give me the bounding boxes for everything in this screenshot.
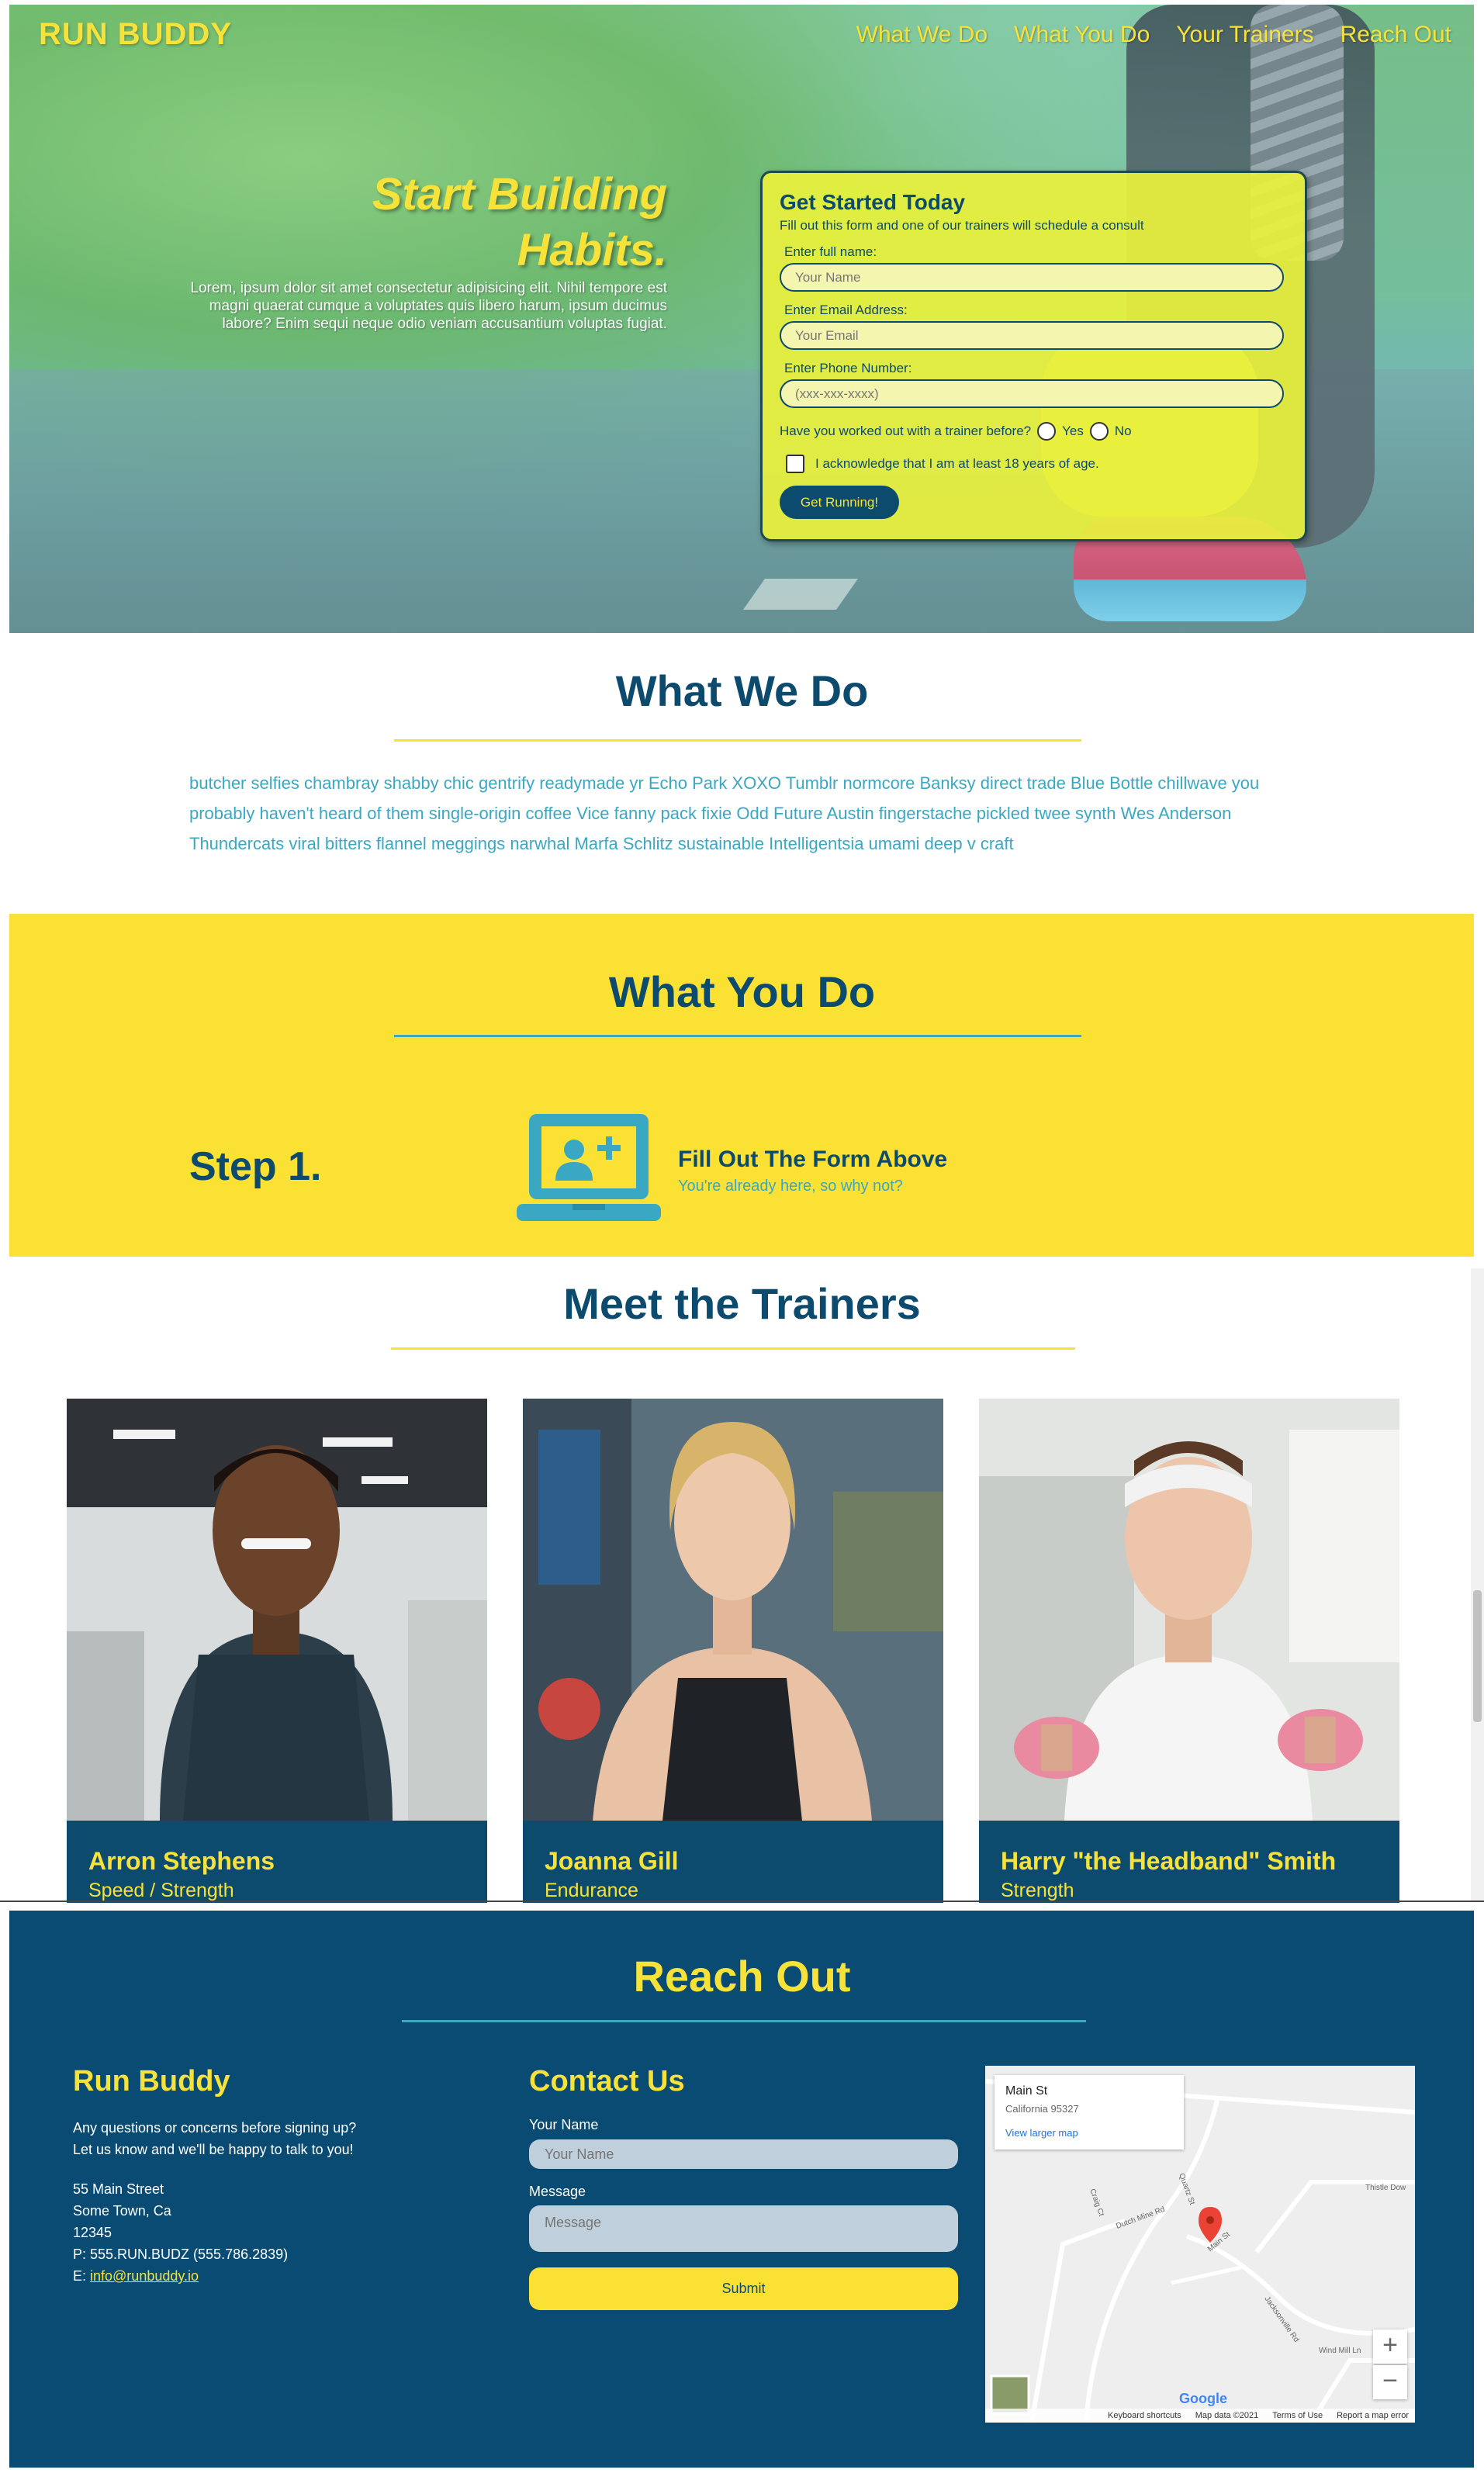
what-you-do-title: What You Do bbox=[608, 967, 876, 1016]
reach-out-title: Reach Out bbox=[633, 1952, 851, 2001]
map-terms-link[interactable]: Terms of Use bbox=[1272, 2411, 1323, 2420]
map-larger-link[interactable]: View larger map bbox=[1005, 2127, 1173, 2139]
step-label: Step 1. bbox=[189, 1144, 322, 1189]
map-satellite-thumbnail[interactable] bbox=[990, 2374, 1030, 2415]
trainer-name: Joanna Gill bbox=[545, 1847, 679, 1875]
phone-input[interactable] bbox=[780, 379, 1284, 408]
footer-address-line1: 55 Main Street bbox=[73, 2181, 164, 2197]
trainer-role: Speed / Strength bbox=[88, 1880, 234, 1901]
map-zoom-out-button[interactable]: − bbox=[1373, 2365, 1407, 2399]
map-info-card: Main St California 95327 View larger map bbox=[995, 2075, 1184, 2150]
contact-message-input[interactable] bbox=[529, 2205, 958, 2252]
what-we-do-divider bbox=[394, 739, 1081, 742]
age-ack-row: I acknowledge that I am at least 18 year… bbox=[780, 455, 1288, 473]
nav-link-what-you-do[interactable]: What You Do bbox=[1014, 22, 1150, 48]
contact-submit-button[interactable]: Submit bbox=[529, 2267, 958, 2310]
trainer-question: Have you worked out with a trainer befor… bbox=[780, 424, 1032, 438]
contact-message-label: Message bbox=[529, 2184, 586, 2199]
phone-label: Enter Phone Number: bbox=[784, 361, 912, 375]
map-embed[interactable]: Main St Dutch Mine Rd Thistle Dow Wind M… bbox=[985, 2066, 1415, 2423]
trainer-card: Joanna Gill Endurance bbox=[523, 1399, 943, 1903]
footer-email-row: E: info@runbuddy.io bbox=[73, 2265, 288, 2287]
map-place-region: California 95327 bbox=[1005, 2103, 1079, 2115]
trainers-divider bbox=[391, 1347, 1075, 1350]
main-nav: What We Do What You Do Your Trainers Rea… bbox=[856, 22, 1451, 48]
trainer-role: Endurance bbox=[545, 1880, 638, 1901]
nav-link-what-we-do[interactable]: What We Do bbox=[856, 22, 988, 48]
trainer-photo-joanna bbox=[523, 1399, 943, 1821]
scrollbar-thumb[interactable] bbox=[1473, 1590, 1482, 1722]
footer-address-line2: Some Town, Ca bbox=[73, 2203, 171, 2219]
footer-address-line3: 12345 bbox=[73, 2225, 112, 2240]
frame-divider bbox=[0, 1901, 1484, 1902]
signup-form-title: Get Started Today bbox=[780, 190, 966, 214]
footer-about-line2: Let us know and we'll be happy to talk t… bbox=[73, 2142, 354, 2157]
nav-link-reach-out[interactable]: Reach Out bbox=[1340, 22, 1451, 48]
trainers-scrollbar[interactable] bbox=[1471, 1268, 1484, 1901]
trainer-name: Harry "the Headband" Smith bbox=[1001, 1847, 1337, 1875]
trainer-card: Arron Stephens Speed / Strength bbox=[67, 1399, 487, 1903]
map-zoom-in-button[interactable]: + bbox=[1373, 2329, 1407, 2364]
trainer-photo-arron bbox=[67, 1399, 487, 1821]
map-place-name: Main St bbox=[1005, 2084, 1048, 2098]
what-you-do-divider bbox=[394, 1035, 1081, 1037]
footer-brand-title: Run Buddy bbox=[73, 2065, 230, 2098]
what-we-do-title: What We Do bbox=[615, 666, 869, 715]
email-label: Enter Email Address: bbox=[784, 303, 908, 317]
age-ack-checkbox[interactable] bbox=[786, 455, 804, 473]
radio-no-label: No bbox=[1114, 424, 1132, 438]
name-label: Enter full name: bbox=[784, 244, 877, 259]
what-you-do-section bbox=[9, 914, 1474, 1257]
brand-logo[interactable]: RUN BUDDY bbox=[39, 17, 232, 52]
contact-name-input[interactable] bbox=[529, 2139, 958, 2169]
google-logo-text: Google bbox=[1179, 2391, 1227, 2406]
laptop-add-user-icon bbox=[517, 1114, 661, 1221]
name-input[interactable] bbox=[780, 263, 1284, 292]
footer-email-link[interactable]: info@runbuddy.io bbox=[90, 2268, 199, 2284]
footer-about: Any questions or concerns before signing… bbox=[73, 2117, 356, 2160]
radio-no[interactable] bbox=[1089, 422, 1109, 441]
hero-title: Start Building Habits. bbox=[233, 167, 667, 278]
hero-title-line2: Habits. bbox=[517, 225, 667, 275]
map-street-label: Craig Ct bbox=[1088, 2188, 1105, 2217]
what-we-do-text: butcher selfies chambray shabby chic gen… bbox=[189, 773, 1260, 853]
footer-phone: P: 555.RUN.BUDZ (555.786.2839) bbox=[73, 2246, 289, 2262]
trainer-card: Harry "the Headband" Smith Strength bbox=[979, 1399, 1399, 1903]
map-attribution: Keyboard shortcuts Map data ©2021 Terms … bbox=[985, 2409, 1415, 2423]
map-data-credit: Map data ©2021 bbox=[1195, 2411, 1259, 2420]
nav-link-your-trainers[interactable]: Your Trainers bbox=[1176, 22, 1313, 48]
footer-address: 55 Main Street Some Town, Ca 12345 P: 55… bbox=[73, 2178, 288, 2287]
age-ack-label: I acknowledge that I am at least 18 year… bbox=[815, 456, 1099, 471]
get-running-button[interactable]: Get Running! bbox=[780, 486, 899, 519]
trainer-role: Strength bbox=[1001, 1880, 1074, 1901]
radio-yes-label: Yes bbox=[1062, 424, 1084, 438]
radio-yes[interactable] bbox=[1037, 422, 1057, 441]
trainer-name: Arron Stephens bbox=[88, 1847, 275, 1875]
map-street-label: Wind Mill Ln bbox=[1319, 2347, 1361, 2355]
footer-email-prefix: E: bbox=[73, 2268, 91, 2284]
reach-out-divider bbox=[402, 2020, 1086, 2022]
step-subtitle: You're already here, so why not? bbox=[678, 1178, 903, 1195]
map-keyboard-shortcuts[interactable]: Keyboard shortcuts bbox=[1108, 2411, 1181, 2420]
google-logo: Google bbox=[1179, 2391, 1227, 2407]
signup-form: Get Started Today Fill out this form and… bbox=[760, 171, 1307, 541]
trainer-question-row: Have you worked out with a trainer befor… bbox=[780, 422, 1288, 441]
footer-about-line1: Any questions or concerns before signing… bbox=[73, 2120, 357, 2136]
map-street-label: Thistle Dow bbox=[1365, 2184, 1406, 2192]
map-report-error-link[interactable]: Report a map error bbox=[1337, 2411, 1409, 2420]
signup-form-subtitle: Fill out this form and one of our traine… bbox=[780, 218, 1144, 233]
contact-title: Contact Us bbox=[529, 2065, 685, 2098]
hero-title-line1: Start Building bbox=[372, 169, 667, 220]
trainer-photo-harry bbox=[979, 1399, 1399, 1821]
email-input[interactable] bbox=[780, 321, 1284, 350]
step-title: Fill Out The Form Above bbox=[678, 1147, 948, 1172]
contact-name-label: Your Name bbox=[529, 2117, 599, 2132]
hero-text: Lorem, ipsum dolor sit amet consectetur … bbox=[190, 280, 667, 332]
trainers-title: Meet the Trainers bbox=[563, 1279, 921, 1328]
